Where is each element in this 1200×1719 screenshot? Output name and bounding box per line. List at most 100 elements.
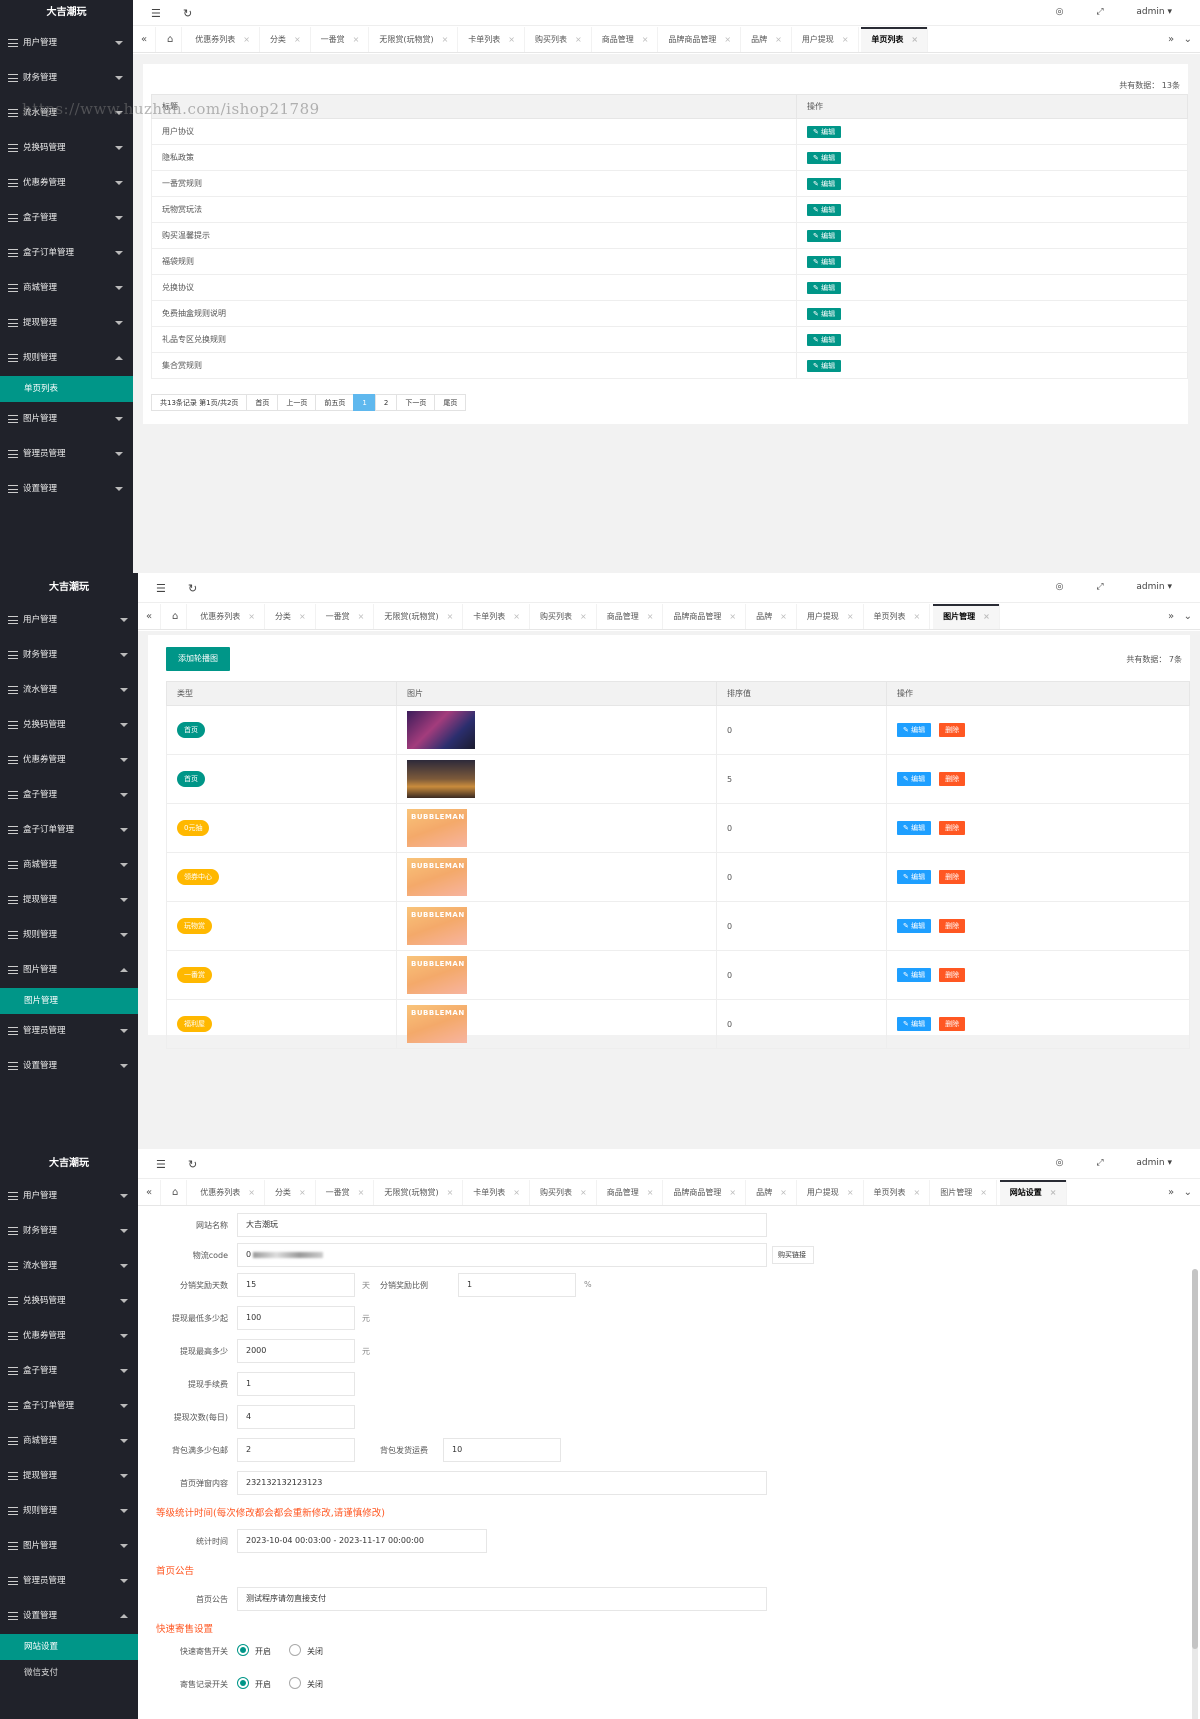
sidebar-menu-item[interactable]: 管理员管理	[0, 1564, 138, 1599]
tab-item[interactable]: 卡单列表 ×	[463, 1180, 530, 1205]
user-menu[interactable]: admin ▾	[1136, 1158, 1172, 1168]
tab-close-icon[interactable]: ×	[580, 1188, 587, 1197]
tab-scroll-left-icon[interactable]: «	[133, 27, 157, 52]
tab-close-icon[interactable]: ×	[780, 612, 787, 621]
edit-button[interactable]: ✎ 编辑	[897, 870, 932, 884]
tab-dropdown-icon[interactable]: ⌄	[1184, 611, 1192, 622]
sidebar-menu-item[interactable]: 财务管理	[0, 638, 138, 673]
tab-close-icon[interactable]: ×	[980, 1188, 987, 1197]
tab-item[interactable]: 分类 ×	[265, 604, 316, 629]
tab-close-icon[interactable]: ×	[1050, 1188, 1057, 1197]
menu-toggle-icon[interactable]: ☰	[156, 1158, 166, 1171]
tab-close-icon[interactable]: ×	[575, 35, 582, 44]
sidebar-menu-item[interactable]: 图片管理	[0, 1529, 138, 1564]
user-menu[interactable]: admin ▾	[1136, 582, 1172, 592]
tab-item[interactable]: 无限赏(玩物赏) ×	[374, 604, 464, 629]
tab-item[interactable]: 单页列表 ×	[864, 1180, 931, 1205]
tab-active[interactable]: 图片管理 ×	[933, 604, 1000, 629]
refresh-icon[interactable]: ↻	[183, 7, 192, 20]
sidebar-menu-item[interactable]: 规则管理	[0, 918, 138, 953]
tab-item[interactable]: 用户提现 ×	[792, 27, 859, 52]
edit-button[interactable]: ✎ 编辑	[807, 151, 842, 164]
popup-content-input[interactable]: 232132132123123	[237, 1471, 767, 1495]
withdraw-min-input[interactable]: 100	[237, 1306, 355, 1330]
sidebar-menu-item[interactable]: 兑换码管理	[0, 1284, 138, 1319]
tab-item[interactable]: 品牌商品管理 ×	[663, 1180, 747, 1205]
tab-close-icon[interactable]: ×	[353, 35, 360, 44]
pager-item[interactable]: 上一页	[277, 394, 317, 411]
sidebar-menu-item[interactable]: 盒子管理	[0, 778, 138, 813]
tab-item[interactable]: 卡单列表 ×	[458, 27, 525, 52]
sidebar-menu-item[interactable]: 用户管理	[0, 603, 138, 638]
tab-close-icon[interactable]: ×	[724, 35, 731, 44]
sidebar-sub-item[interactable]: 图片管理	[0, 988, 138, 1014]
tab-item[interactable]: 分类 ×	[265, 1180, 316, 1205]
sidebar-menu-item[interactable]: 提现管理	[0, 883, 138, 918]
edit-button[interactable]: ✎ 编辑	[807, 307, 842, 320]
sidebar-menu-item[interactable]: 流水管理	[0, 673, 138, 708]
edit-button[interactable]: ✎ 编辑	[807, 125, 842, 138]
user-menu[interactable]: admin ▾	[1136, 7, 1172, 17]
tab-close-icon[interactable]: ×	[729, 612, 736, 621]
refresh-icon[interactable]: ↻	[188, 1158, 197, 1171]
sidebar-menu-item[interactable]: 财务管理	[0, 61, 133, 96]
tab-close-icon[interactable]: ×	[842, 35, 849, 44]
tab-active[interactable]: 网站设置 ×	[999, 1180, 1067, 1205]
tab-close-icon[interactable]: ×	[358, 1188, 365, 1197]
sidebar-sub-item[interactable]: 微信支付	[0, 1660, 138, 1686]
tab-close-icon[interactable]: ×	[580, 612, 587, 621]
home-tab-icon[interactable]: ⌂	[164, 604, 188, 629]
tab-close-icon[interactable]: ×	[442, 35, 449, 44]
tab-item[interactable]: 一番赏 ×	[316, 1180, 375, 1205]
pager-item[interactable]: 前五页	[315, 394, 355, 411]
tab-item[interactable]: 无限赏(玩物赏) ×	[374, 1180, 464, 1205]
fullscreen-icon[interactable]: ⤢	[1096, 582, 1103, 592]
buy-link-button[interactable]: 购买链接	[772, 1246, 814, 1264]
tab-item[interactable]: 商品管理 ×	[597, 1180, 664, 1205]
sidebar-menu-item[interactable]: 用户管理	[0, 1179, 138, 1214]
withdraw-times-input[interactable]: 4	[237, 1405, 355, 1429]
record-on-radio[interactable]	[237, 1677, 249, 1689]
tab-item[interactable]: 卡单列表 ×	[463, 604, 530, 629]
pager-item[interactable]: 1	[353, 394, 376, 411]
tab-item[interactable]: 品牌商品管理 ×	[658, 27, 742, 52]
withdraw-max-input[interactable]: 2000	[237, 1339, 355, 1363]
sidebar-menu-item[interactable]: 图片管理	[0, 953, 138, 988]
edit-button[interactable]: ✎ 编辑	[807, 359, 842, 372]
tab-close-icon[interactable]: ×	[914, 1188, 921, 1197]
sidebar-menu-item[interactable]: 提现管理	[0, 306, 133, 341]
tab-item[interactable]: 图片管理 ×	[930, 1180, 997, 1205]
sidebar-menu-item[interactable]: 流水管理	[0, 1249, 138, 1284]
tab-active[interactable]: 单页列表 ×	[861, 27, 929, 52]
tab-item[interactable]: 优惠券列表 ×	[190, 604, 265, 629]
tab-close-icon[interactable]: ×	[513, 1188, 520, 1197]
tab-item[interactable]: 无限赏(玩物赏) ×	[369, 27, 459, 52]
edit-button[interactable]: ✎ 编辑	[897, 723, 932, 737]
sidebar-menu-item[interactable]: 商城管理	[0, 848, 138, 883]
consign-on-radio[interactable]	[237, 1644, 249, 1656]
refresh-icon[interactable]: ↻	[188, 582, 197, 595]
dist-ratio-input[interactable]: 1	[458, 1273, 576, 1297]
tab-item[interactable]: 一番赏 ×	[316, 604, 375, 629]
tab-close-icon[interactable]: ×	[914, 612, 921, 621]
edit-button[interactable]: ✎ 编辑	[897, 1017, 932, 1031]
tab-item[interactable]: 用户提现 ×	[797, 1180, 864, 1205]
tab-scroll-right-icon[interactable]: »	[1168, 611, 1174, 622]
tab-close-icon[interactable]: ×	[647, 1188, 654, 1197]
delete-button[interactable]: 删除	[939, 870, 966, 884]
sidebar-menu-item[interactable]: 优惠券管理	[0, 743, 138, 778]
sidebar-menu-item[interactable]: 设置管理	[0, 472, 133, 507]
fullscreen-icon[interactable]: ⤢	[1096, 1158, 1103, 1168]
tab-close-icon[interactable]: ×	[847, 1188, 854, 1197]
sidebar-menu-item[interactable]: 图片管理	[0, 402, 133, 437]
theme-icon[interactable]: ◎	[1056, 1158, 1064, 1168]
sidebar-menu-item[interactable]: 用户管理	[0, 26, 133, 61]
tab-close-icon[interactable]: ×	[983, 612, 990, 621]
edit-button[interactable]: ✎ 编辑	[897, 919, 932, 933]
tab-item[interactable]: 分类 ×	[260, 27, 311, 52]
edit-button[interactable]: ✎ 编辑	[897, 968, 932, 982]
tab-scroll-right-icon[interactable]: »	[1168, 34, 1174, 45]
tab-close-icon[interactable]: ×	[243, 35, 250, 44]
tab-item[interactable]: 商品管理 ×	[597, 604, 664, 629]
tab-item[interactable]: 品牌 ×	[746, 1180, 797, 1205]
